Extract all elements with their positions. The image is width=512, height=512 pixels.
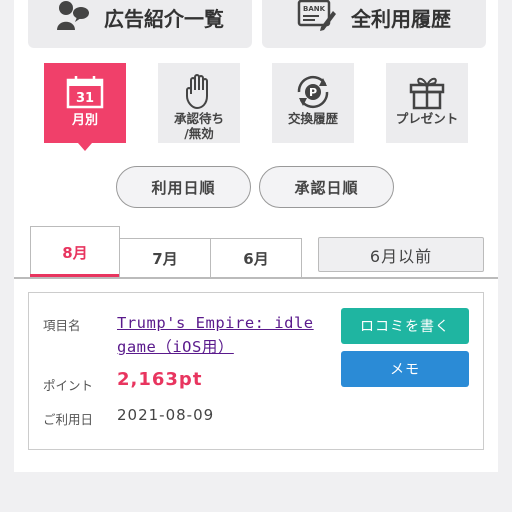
tab-before-june[interactable]: 6月以前 <box>318 237 484 272</box>
item-name-link[interactable]: Trump's Empire: idle game（iOS用） <box>117 311 339 359</box>
tile-monthly-label: 月別 <box>71 113 98 128</box>
bank-text: BANK <box>303 5 326 13</box>
bank-book-icon: BANK <box>297 0 337 35</box>
date-label: ご利用日 <box>43 412 94 427</box>
stop-hand-icon <box>184 73 214 111</box>
svg-text:P: P <box>309 86 317 99</box>
all-history-label: 全利用履歴 <box>351 6 451 31</box>
tab-divider <box>14 277 498 279</box>
tile-exchange-history[interactable]: P 交換履歴 <box>272 63 354 143</box>
tab-august[interactable]: 8月 <box>29 226 121 278</box>
calendar-day: 31 <box>76 91 94 106</box>
gift-icon <box>408 73 446 111</box>
write-review-button[interactable]: ロコミを書く <box>341 308 469 344</box>
memo-button[interactable]: メモ <box>341 351 469 387</box>
main-card: 広告紹介一覧 BANK 全利用履歴 31 月別 承認待ち /無効 P 交換履歴 … <box>14 0 498 472</box>
tile-present-label: プレゼント <box>395 111 459 126</box>
item-name-label: 項目名 <box>43 318 81 333</box>
ad-list-label: 広告紹介一覧 <box>104 6 224 31</box>
calendar-icon: 31 <box>65 73 105 111</box>
tile-pending-label-1: 承認待ち <box>173 111 224 126</box>
tile-monthly[interactable]: 31 月別 <box>44 63 126 151</box>
user-chat-icon <box>56 0 90 35</box>
all-history-button[interactable]: BANK 全利用履歴 <box>262 0 486 48</box>
points-value: 2,163pt <box>117 369 203 390</box>
ad-list-button[interactable]: 広告紹介一覧 <box>28 0 252 48</box>
point-exchange-icon: P <box>293 73 333 111</box>
history-entry: 項目名 Trump's Empire: idle game（iOS用） ポイント… <box>28 292 484 450</box>
tile-pending-invalid[interactable]: 承認待ち /無効 <box>158 63 240 143</box>
tab-july[interactable]: 7月 <box>119 238 211 278</box>
tile-exchange-label: 交換履歴 <box>287 111 338 126</box>
sort-by-approval-date-button[interactable]: 承認日順 <box>259 166 394 208</box>
date-value: 2021-08-09 <box>117 406 215 424</box>
tab-june[interactable]: 6月 <box>210 238 302 278</box>
tile-pending-label-2: /無効 <box>184 126 214 141</box>
tile-present[interactable]: プレゼント <box>386 63 468 143</box>
points-label: ポイント <box>43 378 94 393</box>
sort-by-use-date-button[interactable]: 利用日順 <box>116 166 251 208</box>
